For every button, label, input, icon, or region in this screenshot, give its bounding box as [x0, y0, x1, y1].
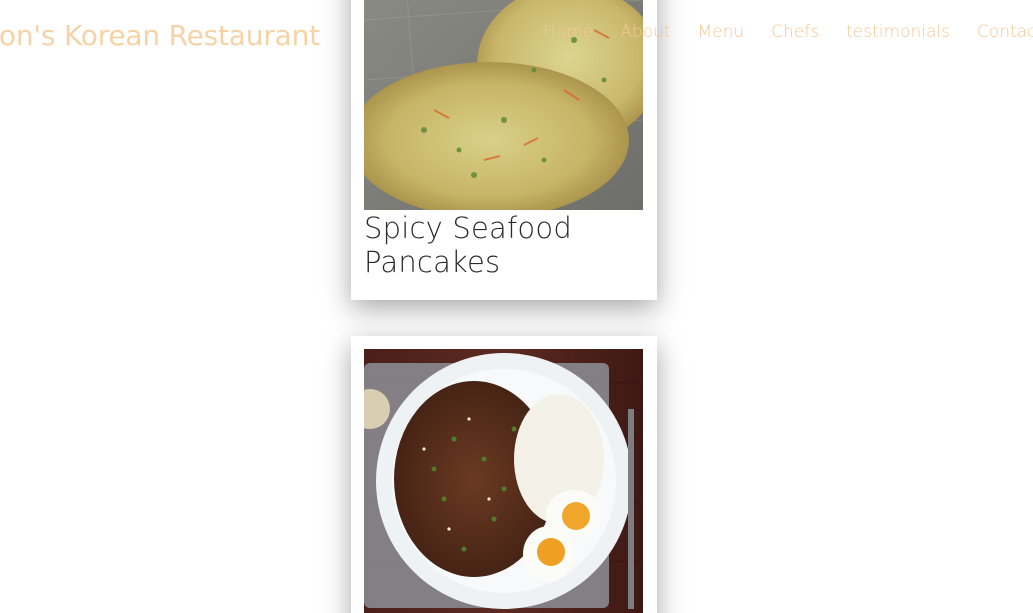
- site-brand[interactable]: oon's Korean Restaurant: [0, 19, 320, 52]
- card-title: Spicy Seafood Pancakes: [364, 211, 572, 279]
- nav-menu[interactable]: Menu: [697, 22, 744, 42]
- nav-chefs[interactable]: Chefs: [771, 22, 819, 42]
- beef-bulgogi-rice-bowl-photo: [364, 349, 643, 613]
- nav-about[interactable]: About: [620, 22, 670, 42]
- menu-card-beef-bowl[interactable]: [351, 336, 657, 613]
- nav-testimonials[interactable]: testimonials: [846, 22, 950, 42]
- nav-home[interactable]: Home: [543, 22, 593, 42]
- menu-card-seafood-pancakes[interactable]: Spicy Seafood Pancakes: [351, 0, 657, 300]
- page: oon's Korean Restaurant Home About Menu …: [0, 0, 1033, 613]
- nav-contact[interactable]: Contac: [977, 22, 1033, 42]
- main-nav: Home About Menu Chefs testimonials Conta…: [543, 22, 1033, 42]
